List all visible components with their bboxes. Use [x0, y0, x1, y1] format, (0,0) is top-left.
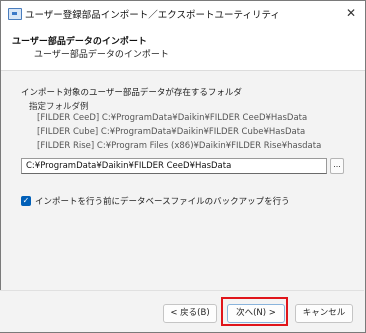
title-bar: ユーザー登録部品インポート／エクスポートユーティリティ ✕: [1, 1, 365, 26]
close-button[interactable]: ✕: [341, 4, 361, 22]
example-path-cube: [FILDER Cube] C:¥ProgramData¥Daikin¥FILD…: [37, 127, 306, 137]
wizard-header: ユーザー部品データのインポート ユーザー部品データのインポート: [1, 26, 365, 71]
backup-checkbox[interactable]: ✓: [21, 196, 31, 206]
window-title: ユーザー登録部品インポート／エクスポートユーティリティ: [25, 10, 280, 21]
app-icon: [8, 8, 22, 20]
page-subtitle: ユーザー部品データのインポート: [34, 50, 169, 60]
next-button[interactable]: 次へ(N) >: [227, 304, 285, 323]
example-label: 指定フォルダ例: [29, 102, 89, 112]
back-button[interactable]: < 戻る(B): [163, 304, 217, 323]
example-path-rise: [FILDER Rise] C:¥Program Files (x86)¥Dai…: [37, 141, 322, 151]
browse-button[interactable]: ...: [330, 158, 344, 174]
page-title: ユーザー部品データのインポート: [12, 37, 147, 47]
example-path-ceed: [FILDER CeeD] C:¥ProgramData¥Daikin¥FILD…: [37, 113, 308, 123]
folder-path-input[interactable]: [21, 158, 327, 174]
cancel-button[interactable]: キャンセル: [295, 304, 353, 323]
instruction-text: インポート対象のユーザー部品データが存在するフォルダ: [21, 88, 242, 98]
backup-checkbox-label[interactable]: インポートを行う前にデータベースファイルのバックアップを行う: [35, 195, 290, 207]
